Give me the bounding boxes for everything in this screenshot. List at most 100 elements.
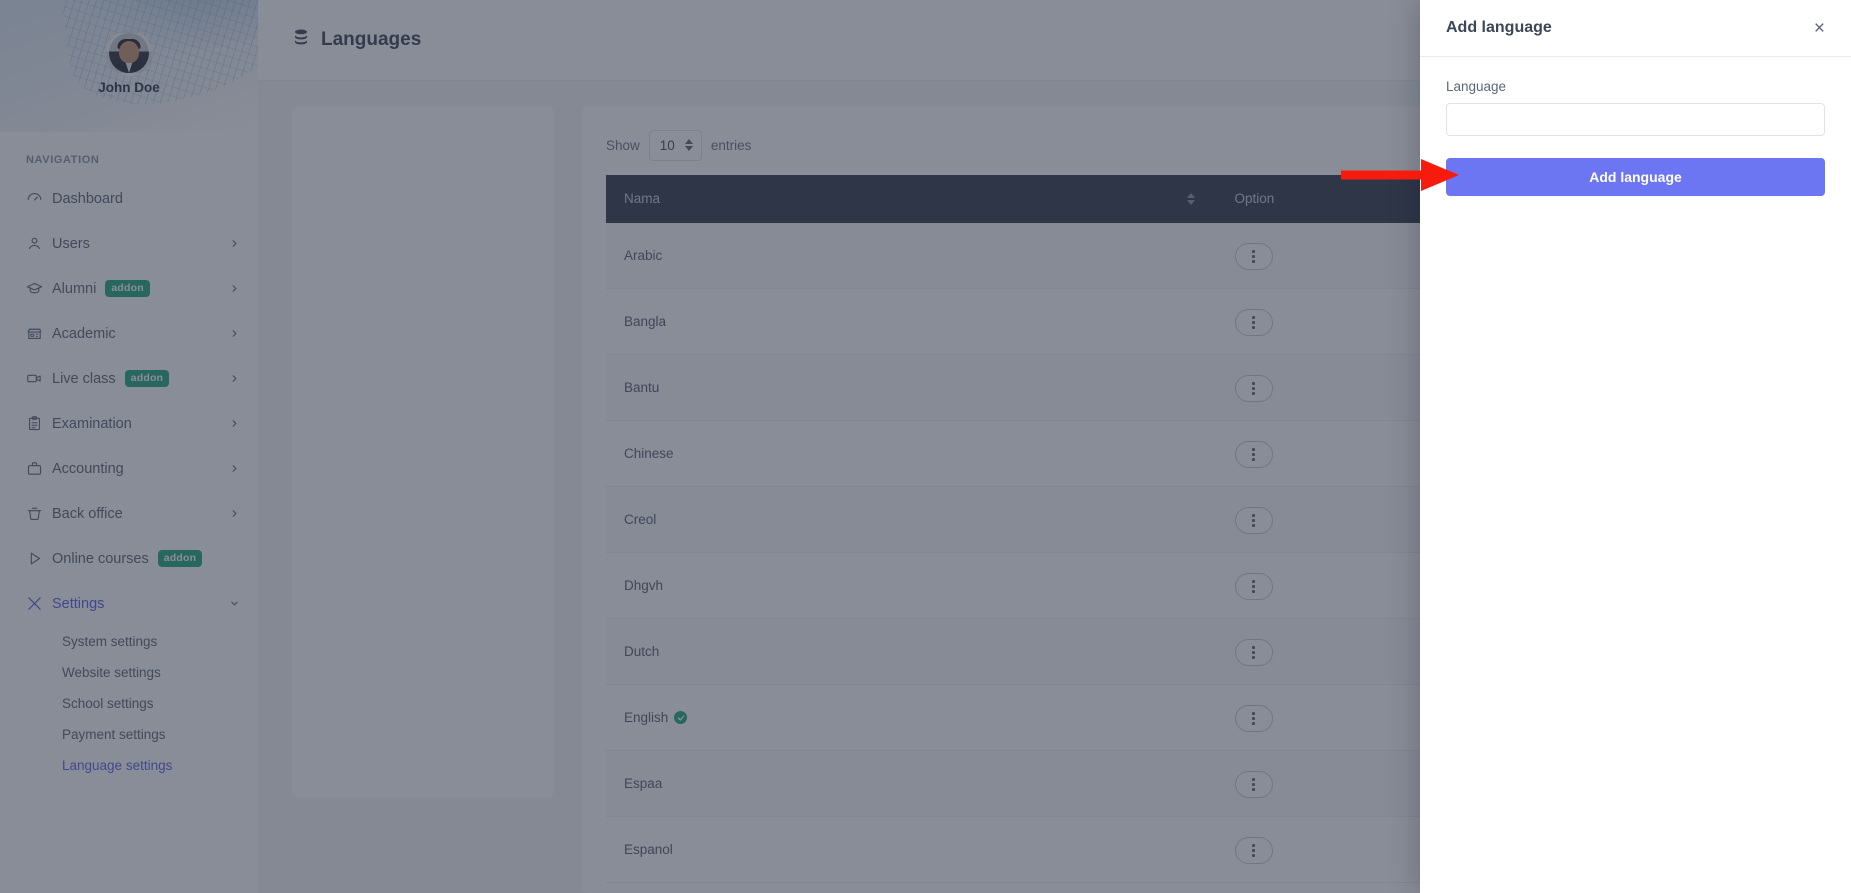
row-options-button[interactable] <box>1234 242 1273 270</box>
sidebar-item-label: Examination <box>52 415 132 432</box>
row-options-button[interactable] <box>1234 441 1273 469</box>
briefcase-icon <box>26 460 52 477</box>
row-options-button[interactable] <box>1234 705 1273 733</box>
side-card <box>292 106 554 797</box>
sidebar-subitem-label: Language settings <box>62 758 173 773</box>
user-icon <box>26 235 52 252</box>
cell-language-name: Dutch <box>606 618 1217 685</box>
cell-language-name: Dhgvh <box>606 552 1217 619</box>
nav-list: Dashboard Users Alumni addon Academic Live cl… <box>0 176 258 626</box>
row-options-button[interactable] <box>1234 639 1273 667</box>
language-name-text: Dhgvh <box>624 578 664 593</box>
vertical-dots-icon <box>1252 316 1255 330</box>
cell-language-name: Creol <box>606 486 1217 553</box>
sidebar-subitem-website-settings[interactable]: Website settings <box>0 657 258 688</box>
language-name-text: Creol <box>624 512 657 527</box>
settings-submenu: System settings Website settings School se… <box>0 626 258 781</box>
row-options-button[interactable] <box>1234 573 1273 601</box>
sidebar-item-live-class[interactable]: Live class addon <box>0 356 258 401</box>
addon-badge: addon <box>157 550 203 567</box>
sidebar-subitem-language-settings[interactable]: Language settings <box>0 750 258 781</box>
addon-badge: addon <box>105 280 150 297</box>
sidebar-item-label: Back office <box>52 505 123 522</box>
cell-language-name: Arabic <box>606 222 1217 289</box>
column-header-name-text: Nama <box>624 191 661 206</box>
row-options-button[interactable] <box>1234 309 1273 337</box>
show-entries-group: Show 10 entries <box>606 129 751 161</box>
language-name-text: Espanol <box>624 842 673 857</box>
graduation-cap-icon <box>26 280 52 297</box>
language-input[interactable] <box>1446 103 1825 136</box>
page-title: Languages <box>292 28 421 52</box>
sidebar-hero-banner: John Doe <box>0 0 258 132</box>
sidebar-item-accounting[interactable]: Accounting <box>0 446 258 491</box>
language-name-text: Espaa <box>624 776 663 791</box>
cell-language-name: Espanol <box>606 816 1217 883</box>
play-icon <box>26 550 52 567</box>
video-camera-icon <box>26 370 52 387</box>
page-size-select[interactable]: 10 <box>648 129 702 161</box>
show-label: Show <box>606 137 640 153</box>
sidebar-subitem-school-settings[interactable]: School settings <box>0 688 258 719</box>
nav-section-heading: NAVIGATION <box>26 154 100 166</box>
sidebar-item-label: Dashboard <box>52 190 123 207</box>
page-title-text: Languages <box>321 28 422 50</box>
row-options-button[interactable] <box>1234 837 1273 865</box>
page-size-value: 10 <box>659 137 675 153</box>
language-name-text: English <box>624 710 669 725</box>
vertical-dots-icon <box>1252 448 1255 462</box>
sidebar-item-users[interactable]: Users <box>0 221 258 266</box>
add-language-button[interactable]: Add language <box>1446 158 1825 196</box>
avatar <box>106 30 152 76</box>
addon-badge: addon <box>124 370 170 387</box>
row-options-button[interactable] <box>1234 771 1273 799</box>
sidebar-subitem-label: School settings <box>62 696 154 711</box>
sidebar-item-label: Live class <box>52 370 116 387</box>
drawer-title: Add language <box>1446 19 1552 36</box>
language-field-label: Language <box>1446 79 1507 94</box>
language-name-text: Chinese <box>624 446 674 461</box>
language-name-text: Dutch <box>624 644 660 659</box>
cell-language-name: Bantu <box>606 354 1217 421</box>
database-icon <box>292 28 310 52</box>
cell-language-name: Bangla <box>606 288 1217 355</box>
column-header-name[interactable]: Nama <box>606 174 1217 223</box>
default-check-icon <box>674 711 688 724</box>
chevron-right-icon <box>229 418 240 429</box>
sidebar-subitem-payment-settings[interactable]: Payment settings <box>0 719 258 750</box>
sidebar-item-online-courses[interactable]: Online courses addon <box>0 536 258 581</box>
vertical-dots-icon <box>1252 514 1255 528</box>
sidebar-item-settings[interactable]: Settings <box>0 581 258 626</box>
sidebar-item-alumni[interactable]: Alumni addon <box>0 266 258 311</box>
store-icon <box>26 325 52 342</box>
cell-language-name: English <box>606 684 1217 751</box>
chevron-right-icon <box>229 463 240 474</box>
sidebar-subitem-system-settings[interactable]: System settings <box>0 626 258 657</box>
sidebar-item-dashboard[interactable]: Dashboard <box>0 176 258 221</box>
sidebar-item-academic[interactable]: Academic <box>0 311 258 356</box>
close-icon[interactable]: × <box>1814 19 1825 38</box>
app-root: John Doe NAVIGATION Dashboard Users Alumni… <box>0 0 1851 893</box>
sidebar-item-examination[interactable]: Examination <box>0 401 258 446</box>
row-options-button[interactable] <box>1234 507 1273 535</box>
drawer-body: Language Add language <box>1420 57 1851 196</box>
sidebar-item-label: Online courses <box>52 550 149 567</box>
speedometer-icon <box>26 190 52 207</box>
vertical-dots-icon <box>1252 778 1255 792</box>
language-name-text: Arabic <box>624 247 663 263</box>
sidebar-item-back-office[interactable]: Back office <box>0 491 258 536</box>
chevron-down-icon <box>229 598 240 609</box>
sort-updown-icon <box>1186 192 1195 205</box>
sidebar-subitem-label: Payment settings <box>62 727 166 742</box>
sidebar: John Doe NAVIGATION Dashboard Users Alumni… <box>0 0 258 893</box>
sidebar-item-label: Alumni <box>52 280 97 297</box>
cell-language-name: Espaa <box>606 750 1217 817</box>
chevron-right-icon <box>229 238 240 249</box>
sidebar-item-label: Accounting <box>52 460 124 477</box>
vertical-dots-icon <box>1252 844 1255 858</box>
language-name-text: Bantu <box>624 380 660 395</box>
row-options-button[interactable] <box>1234 375 1273 403</box>
vertical-dots-icon <box>1252 250 1255 263</box>
tools-icon <box>26 595 52 612</box>
add-language-drawer: Add language × Language Add language <box>1420 0 1851 893</box>
